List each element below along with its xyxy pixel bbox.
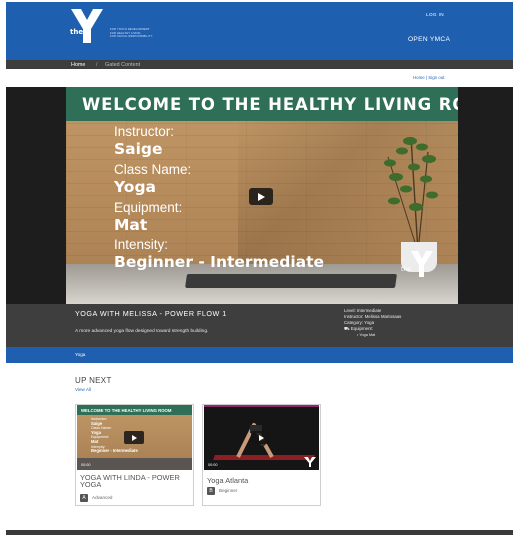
card-title[interactable]: YOGA WITH LINDA - POWER YOGA <box>80 474 190 489</box>
card-title[interactable]: Yoga Atlanta <box>207 477 317 485</box>
login-link[interactable]: LOG IN <box>426 12 444 17</box>
instructor-label: Instructor: <box>114 124 175 139</box>
breadcrumb: Home / Gated Content <box>6 60 513 69</box>
video-card[interactable]: 00:00 Yoga Atlanta B Beginner <box>202 404 321 506</box>
yoga-mat-image <box>185 274 397 288</box>
class-name-value: Yoga <box>114 178 157 196</box>
class-name-label: Class Name: <box>114 162 192 177</box>
card-level: Advanced <box>92 495 113 500</box>
video-title: YOGA WITH MELISSA - POWER FLOW 1 <box>75 309 227 318</box>
meta-equipment-item: • Yoga Mat <box>357 333 376 338</box>
view-all-link[interactable]: View All <box>75 387 91 392</box>
breadcrumb-separator: / <box>96 61 98 68</box>
ymca-tagline: FOR YOUTH DEVELOPMENT FOR HEALTHY LIVING… <box>110 28 153 39</box>
svg-text:the: the <box>401 266 411 273</box>
play-icon[interactable] <box>251 431 271 444</box>
category-tag[interactable]: Yoga <box>75 352 85 357</box>
user-links[interactable]: Home | Sign out <box>413 75 444 80</box>
up-next-heading: UP NEXT <box>75 376 112 385</box>
equipment-icon: ⛟ <box>344 326 351 332</box>
breadcrumb-home[interactable]: Home <box>71 62 85 68</box>
instructor-value: Saige <box>114 140 163 158</box>
video-description: A more advanced yoga flow designed towar… <box>75 329 209 334</box>
ymca-watermark-logo <box>304 457 316 467</box>
equipment-value: Mat <box>114 216 148 234</box>
ymca-watermark-logo: the <box>401 251 433 277</box>
video-banner-text: WELCOME TO THE HEALTHY LIVING ROOM <box>82 95 458 114</box>
ymca-logo[interactable] <box>67 9 107 43</box>
thumb-timestamp: 00:00 <box>81 463 91 467</box>
play-icon[interactable] <box>124 431 144 444</box>
equipment-label: Equipment: <box>114 200 183 215</box>
plant-image <box>384 136 438 252</box>
video-thumbnail[interactable]: WELCOME TO THE HEALTHY LIVING ROOM Instr… <box>77 405 192 470</box>
video-player[interactable]: WELCOME TO THE HEALTHY LIVING ROOM Instr… <box>66 87 458 304</box>
level-badge-icon: A <box>80 494 88 502</box>
category-tag-bar: Yoga <box>6 347 513 363</box>
card-level: Beginner <box>219 488 238 493</box>
video-thumbnail[interactable]: 00:00 <box>204 405 319 470</box>
play-icon[interactable] <box>249 188 273 205</box>
site-footer <box>6 530 513 535</box>
thumb-accent <box>204 405 319 407</box>
breadcrumb-current: Gated Content <box>105 61 141 68</box>
intensity-value: Beginner - Intermediate <box>114 253 325 271</box>
thumb-floor <box>77 458 192 470</box>
logo-prefix: the <box>70 28 84 36</box>
video-card[interactable]: WELCOME TO THE HEALTHY LIVING ROOM Instr… <box>75 404 194 506</box>
open-ymca-link[interactable]: OPEN YMCA <box>408 36 450 43</box>
thumb-timestamp: 00:00 <box>208 463 218 467</box>
level-badge-icon: B <box>207 487 215 495</box>
intensity-label: Intensity: <box>114 237 169 252</box>
video-meta: Level: Intermediate Instructor: Melissa … <box>344 308 401 338</box>
thumb-banner: WELCOME TO THE HEALTHY LIVING ROOM <box>77 405 192 415</box>
video-banner: WELCOME TO THE HEALTHY LIVING ROOM <box>66 87 458 121</box>
